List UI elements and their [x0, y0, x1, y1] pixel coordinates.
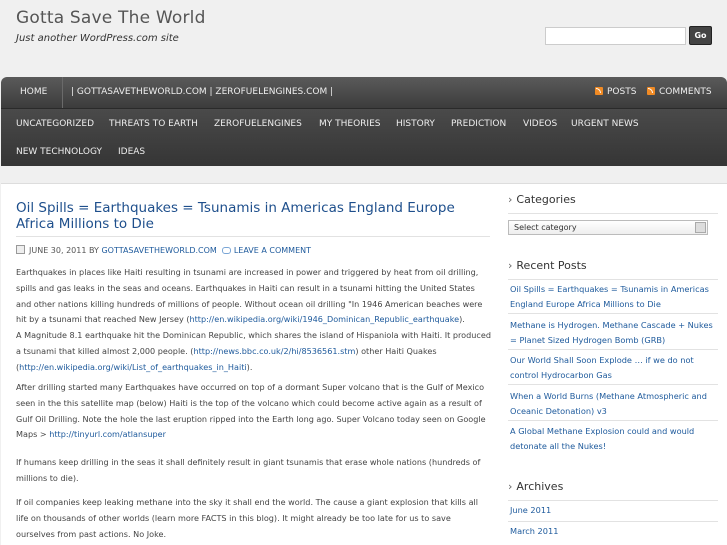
categories-heading: Categories	[508, 193, 575, 206]
paragraph-text: ).	[459, 314, 465, 325]
comment-icon	[221, 247, 231, 254]
nav-home[interactable]: HOME	[20, 87, 47, 97]
wiki-1946-link[interactable]: http://en.wikipedia.org/wiki/1946_Domini…	[189, 314, 459, 324]
post-author-link[interactable]: GOTTASAVETHEWORLD.COM	[101, 246, 216, 255]
cat-history[interactable]: HISTORY	[396, 119, 435, 129]
cat-uncategorized[interactable]: UNCATEGORIZED	[16, 119, 94, 129]
rss-icon	[647, 87, 655, 95]
post-paragraph: If oil companies keep leaking methane in…	[16, 497, 479, 539]
post-paragraph: Earthquakes in places like Haiti resulti…	[16, 265, 492, 376]
tinyurl-link[interactable]: http://tinyurl.com/atlansuper	[49, 429, 166, 439]
archive-link[interactable]: March 2011	[510, 524, 715, 539]
sidebar-divider	[508, 313, 718, 314]
recent-posts-heading: Recent Posts	[508, 259, 586, 272]
site-title[interactable]: Gotta Save The World	[16, 8, 206, 28]
nav-comments-label: COMMENTS	[659, 87, 712, 97]
post-paragraph: After drilling started many Earthquakes …	[16, 380, 492, 443]
sidebar-divider	[508, 500, 718, 501]
nav-divider	[62, 77, 63, 108]
sidebar-divider	[508, 384, 718, 385]
rss-icon	[595, 87, 603, 95]
post-paragraph: If humans keep drilling in the seas it s…	[16, 457, 481, 483]
cat-new-technology[interactable]: NEW TECHNOLOGY	[16, 147, 102, 157]
leave-comment-link[interactable]: LEAVE A COMMENT	[234, 246, 311, 255]
nav-domain-link[interactable]: | GOTTASAVETHEWORLD.COM | ZEROFUELENGINE…	[71, 87, 333, 97]
primary-nav: HOME | GOTTASAVETHEWORLD.COM | ZEROFUELE…	[1, 77, 727, 108]
search-input[interactable]	[545, 27, 686, 45]
category-nav: UNCATEGORIZED THREATS TO EARTH ZEROFUELE…	[1, 108, 727, 166]
sidebar-divider	[508, 279, 718, 280]
site-tagline: Just another WordPress.com site	[16, 33, 179, 44]
archive-link[interactable]: June 2011	[510, 503, 715, 518]
post-divider	[16, 236, 490, 237]
calendar-icon	[16, 245, 25, 254]
wiki-haiti-quakes-link[interactable]: http://en.wikipedia.org/wiki/List_of_ear…	[19, 362, 246, 372]
recent-post-link[interactable]: Oil Spills = Earthquakes = Tsunamis in A…	[510, 282, 715, 311]
paragraph-text: ).	[246, 361, 253, 372]
recent-post-link[interactable]: When a World Burns (Methane Atmospheric …	[510, 389, 715, 418]
post-meta: JUNE 30, 2011 BY GOTTASAVETHEWORLD.COM LE…	[16, 245, 311, 255]
cat-ideas[interactable]: IDEAS	[118, 147, 145, 157]
cat-my-theories[interactable]: MY THEORIES	[319, 119, 380, 129]
sidebar-divider	[508, 420, 718, 421]
cat-zerofuelengines[interactable]: ZEROFUELENGINES	[214, 119, 302, 129]
recent-post-link[interactable]: Our World Shall Soon Explode … if we do …	[510, 353, 715, 382]
search-button[interactable]: Go	[689, 26, 712, 45]
category-select-value: Select category	[514, 223, 577, 232]
category-select[interactable]: Select category	[508, 220, 708, 235]
nav-posts-label: POSTS	[607, 87, 637, 97]
sidebar-divider	[508, 521, 718, 522]
post-title[interactable]: Oil Spills = Earthquakes = Tsunamis in A…	[16, 200, 486, 232]
bbc-news-link[interactable]: http://news.bbc.co.uk/2/hi/8536561.stm	[193, 346, 355, 356]
nav-comments-feed[interactable]: COMMENTS	[647, 87, 712, 97]
nav-posts-feed[interactable]: POSTS	[595, 87, 636, 97]
recent-post-link[interactable]: Methane is Hydrogen. Methane Cascade + N…	[510, 318, 715, 347]
site-header: Gotta Save The World Just another WordPr…	[0, 0, 727, 76]
cat-threats-to-earth[interactable]: THREATS TO EARTH	[109, 119, 198, 129]
archives-heading: Archives	[508, 480, 563, 493]
cat-videos[interactable]: VIDEOS	[523, 119, 557, 129]
chevron-down-icon	[695, 222, 706, 233]
cat-urgent-news[interactable]: URGENT NEWS	[571, 119, 639, 129]
sidebar-divider	[508, 349, 718, 350]
sidebar-divider	[508, 213, 718, 214]
post-date: JUNE 30, 2011 BY	[29, 246, 99, 255]
recent-post-link[interactable]: A Global Methane Explosion could and wou…	[510, 424, 715, 453]
cat-prediction[interactable]: PREDICTION	[451, 119, 506, 129]
